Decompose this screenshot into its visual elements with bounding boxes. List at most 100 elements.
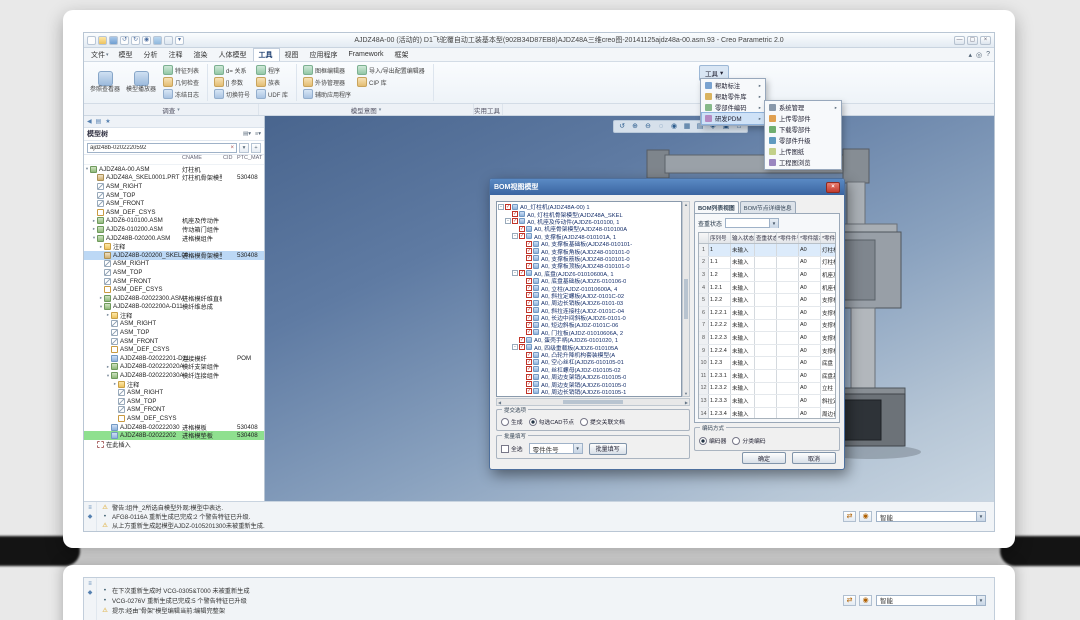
favorites-icon[interactable]: ★	[105, 118, 110, 125]
tree-row[interactable]: ASM_TOP	[84, 397, 264, 406]
annotation-flag-icon[interactable]: ◆	[88, 513, 93, 520]
checked-checkbox-icon[interactable]	[526, 359, 532, 365]
command-search-icon[interactable]: ◎	[976, 51, 982, 59]
支撑板基础板[interactable]: 6 1.2.2.1 未输入 A0 支撑板基础板 AJDZ4	[699, 307, 835, 320]
ribbon-large-button[interactable]: 参照查看器	[88, 64, 122, 101]
tree-row[interactable]: ▸ 注释	[84, 311, 264, 320]
周边长销板[interactable]: 14 1.2.3.4 未输入 A0 周边长销板 AJDZ6-	[699, 408, 835, 419]
底盘[interactable]: 10 1.2.3 未输入 A0 底盘 AJDZ4	[699, 357, 835, 370]
立柱[interactable]: 12 1.2.3.2 未输入 A0 立柱 AJDZ-C	[699, 383, 835, 396]
find-icon[interactable]: ◉	[859, 595, 872, 606]
dialog-tab[interactable]: BOM列表视图	[694, 201, 739, 213]
ribbon-tab[interactable]: 文件 ▾	[86, 48, 114, 61]
nav-back-icon[interactable]: ◀	[87, 118, 92, 125]
tree-row[interactable]: ▸ AJDZ48B-02022300.ASM 进格模纤维直板	[84, 294, 264, 303]
dialog-close-button[interactable]: ×	[826, 182, 840, 193]
shading-style-icon[interactable]: ◉	[668, 122, 680, 131]
expand-collapse-icon[interactable]: -	[505, 218, 511, 224]
checked-checkbox-icon[interactable]	[526, 374, 532, 380]
checked-checkbox-icon[interactable]	[519, 337, 525, 343]
selection-filter-combo[interactable]: 智能 ▼	[876, 595, 986, 606]
radio-option[interactable]: 分类编码	[732, 436, 765, 445]
checked-checkbox-icon[interactable]	[526, 366, 532, 372]
submenu-item[interactable]: 工程图浏览	[766, 157, 840, 168]
ribbon-large-button[interactable]: 模型播放器	[124, 64, 158, 101]
scroll-down-icon[interactable]: ▼	[684, 391, 688, 396]
radio-option[interactable]: 编码器	[699, 436, 726, 445]
column-header-ptcmat[interactable]: PTC_MAT	[237, 155, 262, 161]
folder-browser-icon[interactable]: ▤	[96, 118, 102, 125]
ribbon-button[interactable]: CIP 库	[355, 76, 427, 88]
ribbon-button[interactable]: 辅助应用程序	[301, 88, 353, 100]
duplicate-status-combo[interactable]: ▼	[725, 218, 779, 228]
tree-vertical-scrollbar[interactable]: ▲▼	[682, 201, 690, 397]
cancel-button[interactable]: 取消	[792, 452, 836, 464]
ribbon-group-label[interactable]: 模型意图 ▾	[259, 104, 474, 115]
tree-horizontal-scrollbar[interactable]: ◀▶	[496, 398, 690, 406]
ribbon-tab[interactable]: 渲染	[189, 48, 214, 61]
table-header-cell[interactable]: *零件版本	[799, 233, 821, 243]
undo-icon[interactable]: ↺	[120, 36, 129, 45]
ribbon-button[interactable]: [] 参数	[212, 76, 252, 88]
tree-row[interactable]: ASM_TOP	[84, 268, 264, 277]
dialog-tab[interactable]: BOM节点详细信息	[740, 201, 796, 213]
tree-row[interactable]: ASM_FRONT	[84, 199, 264, 208]
checked-checkbox-icon[interactable]	[526, 255, 532, 261]
tree-row[interactable]: ASM_FRONT	[84, 337, 264, 346]
table-header-cell[interactable]: 序列号	[709, 233, 731, 243]
checked-checkbox-icon[interactable]	[526, 322, 532, 328]
prev-next-icon[interactable]: ⇄	[843, 511, 856, 522]
refit-icon[interactable]: ↺	[616, 122, 628, 131]
search-filter-icon[interactable]: ▾	[239, 143, 249, 153]
bom-tree-row[interactable]: A0, 周边长销销(AJDZ6-010105-1	[498, 388, 680, 395]
batch-fill-button[interactable]: 批量填写	[589, 443, 627, 455]
search-input[interactable]	[90, 145, 228, 151]
menu-item[interactable]: 零部件编码 ▸	[702, 102, 764, 113]
batch-field-combo[interactable]: 零件件号 ▼	[529, 443, 583, 454]
ribbon-button[interactable]: UDF 库	[254, 88, 290, 100]
minimize-ribbon-icon[interactable]: ▴	[968, 51, 972, 59]
checked-checkbox-icon[interactable]	[526, 315, 532, 321]
message-log-icon[interactable]: ≡	[88, 505, 92, 511]
regenerate-icon[interactable]: ◉	[142, 36, 151, 45]
ribbon-button[interactable]: 导入/导出配置编辑器	[355, 64, 427, 76]
ribbon-button[interactable]: 程序	[254, 64, 290, 76]
checked-checkbox-icon[interactable]	[526, 285, 532, 291]
灯柱机骨架...[interactable]: 2 1.1 未输入 A0 灯柱机骨架... AJDZ4	[699, 257, 835, 270]
tree-row[interactable]: ▸ 注释	[84, 242, 264, 251]
checked-checkbox-icon[interactable]	[526, 388, 532, 394]
expand-collapse-icon[interactable]: -	[498, 204, 504, 210]
expand-collapse-icon[interactable]: -	[512, 233, 518, 239]
tree-row[interactable]: ASM_FRONT	[84, 277, 264, 286]
submenu-item[interactable]: 下载零部件	[766, 124, 840, 135]
clear-search-icon[interactable]: ×	[230, 145, 234, 151]
tree-row[interactable]: ▾ AJDZ48A-00.ASM 灯柱机	[84, 165, 264, 174]
ribbon-button[interactable]: d= 关系	[212, 64, 252, 76]
底盘基础板[interactable]: 11 1.2.3.1 未输入 A0 底盘基础板 AJDZ6-	[699, 370, 835, 383]
checked-checkbox-icon[interactable]	[526, 248, 532, 254]
open-icon[interactable]	[98, 36, 107, 45]
search-add-icon[interactable]: +	[251, 143, 261, 153]
annotation-flag-icon[interactable]: ◆	[88, 589, 93, 596]
tree-row[interactable]: ASM_TOP	[84, 328, 264, 337]
submenu-item[interactable]: 系统管理 ▸	[766, 102, 840, 113]
tree-row[interactable]: AJDZ48B-020200_SKEL0001 进格模骨架模型 530408	[84, 251, 264, 260]
tree-row[interactable]: ASM_FRONT	[84, 406, 264, 415]
tree-row[interactable]: AJDZ48B-02022202 进格模垫板 530408	[84, 431, 264, 440]
灯柱机[interactable]: 1 1 未输入 A0 灯柱机 AJDZ48	[699, 244, 835, 257]
tree-row[interactable]: AJDZ48B-020222030 进格模板 530408	[84, 423, 264, 432]
prev-next-icon[interactable]: ⇄	[843, 595, 856, 606]
selection-filter-combo[interactable]: 智能 ▼	[876, 511, 986, 522]
ribbon-tab[interactable]: 人体模型	[214, 48, 253, 61]
qat-dropdown-icon[interactable]: ▾	[175, 36, 184, 45]
checked-checkbox-icon[interactable]	[526, 300, 532, 306]
column-header-cname[interactable]: CNAME	[182, 155, 202, 161]
checked-checkbox-icon[interactable]	[519, 344, 525, 350]
tree-row[interactable]: ASM_DEF_CSYS	[84, 414, 264, 423]
机座及传动件[interactable]: 3 1.2 未输入 A0 机座及传动件 AJDZ4	[699, 269, 835, 282]
tree-row[interactable]: ASM_RIGHT	[84, 388, 264, 397]
ribbon-tab[interactable]: 视图	[280, 48, 305, 61]
ribbon-tab[interactable]: 模型	[114, 48, 139, 61]
message-log-icon[interactable]: ≡	[88, 581, 92, 587]
ribbon-tab[interactable]: 分析	[139, 48, 164, 61]
